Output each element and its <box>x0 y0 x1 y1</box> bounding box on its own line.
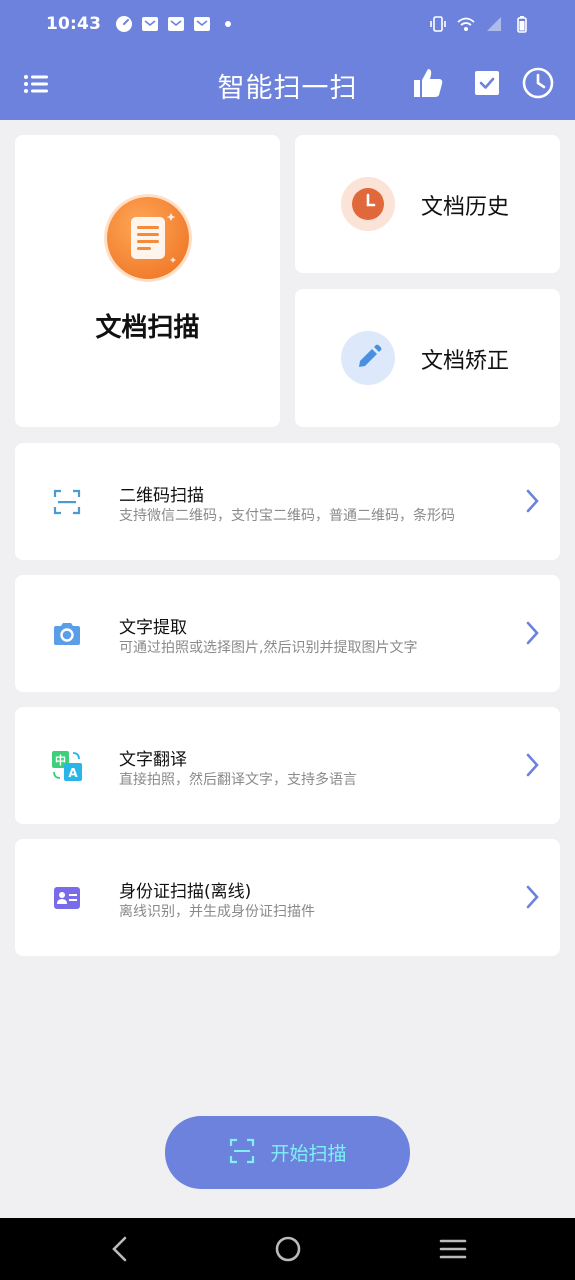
chevron-right-icon <box>524 751 542 779</box>
id-card-icon <box>51 882 83 914</box>
doc-scan-tile[interactable]: 文档扫描 <box>15 135 280 427</box>
qr-scan-icon <box>51 486 83 518</box>
checkbox-icon[interactable] <box>470 66 504 100</box>
status-system-icons <box>429 15 531 33</box>
svg-text:A: A <box>68 766 78 780</box>
scan-icon <box>228 1137 256 1169</box>
document-icon <box>103 193 193 283</box>
feature-subtitle: 直接拍照，然后翻译文字，支持多语言 <box>119 772 357 788</box>
speedometer-icon <box>115 15 133 33</box>
feature-item-translate[interactable]: 中 A 文字翻译 直接拍照，然后翻译文字，支持多语言 <box>15 707 560 824</box>
chevron-right-icon <box>524 487 542 515</box>
start-scan-button[interactable]: 开始扫描 <box>165 1116 410 1189</box>
translate-icon: 中 A <box>51 750 83 782</box>
chevron-right-icon <box>524 619 542 647</box>
vibrate-icon <box>429 15 447 33</box>
camera-icon <box>51 618 83 650</box>
thumbs-up-icon[interactable] <box>411 66 445 100</box>
feature-subtitle: 可通过拍照或选择图片,然后识别并提取图片文字 <box>119 640 418 656</box>
doc-history-label: 文档历史 <box>421 195 510 220</box>
status-notifications <box>115 15 237 33</box>
doc-history-tile[interactable]: 文档历史 <box>295 135 560 273</box>
mail-icon <box>167 15 185 33</box>
feature-title: 文字提取 <box>119 618 187 638</box>
feature-item-text-extract[interactable]: 文字提取 可通过拍照或选择图片,然后识别并提取图片文字 <box>15 575 560 692</box>
dot-icon <box>219 15 237 33</box>
back-icon[interactable] <box>104 1232 138 1266</box>
doc-correct-label: 文档矫正 <box>421 349 510 374</box>
feature-item-id-card[interactable]: 身份证扫描(离线) 离线识别，并生成身份证扫描件 <box>15 839 560 956</box>
clock-icon <box>341 177 395 231</box>
doc-scan-label: 文档扫描 <box>95 313 200 343</box>
top-bar: 10:43 智能扫一扫 <box>0 0 575 120</box>
feature-title: 二维码扫描 <box>119 486 204 506</box>
mail-icon <box>141 15 159 33</box>
status-bar: 10:43 <box>0 0 575 48</box>
feature-title: 文字翻译 <box>119 750 187 770</box>
chevron-right-icon <box>524 883 542 911</box>
pencil-icon <box>341 331 395 385</box>
recents-icon[interactable] <box>436 1232 470 1266</box>
battery-icon <box>513 15 531 33</box>
feature-item-qr-scan[interactable]: 二维码扫描 支持微信二维码，支付宝二维码，普通二维码，条形码 <box>15 443 560 560</box>
status-time: 10:43 <box>46 14 102 34</box>
clock-icon[interactable] <box>521 66 555 100</box>
start-scan-label: 开始扫描 <box>270 1143 347 1165</box>
feature-subtitle: 支持微信二维码，支付宝二维码，普通二维码，条形码 <box>119 508 455 524</box>
signal-icon <box>485 15 503 33</box>
mail-icon <box>193 15 211 33</box>
system-nav-bar <box>0 1218 575 1280</box>
wifi-icon <box>457 15 475 33</box>
doc-correct-tile[interactable]: 文档矫正 <box>295 289 560 427</box>
feature-subtitle: 离线识别，并生成身份证扫描件 <box>119 904 315 920</box>
feature-title: 身份证扫描(离线) <box>119 882 252 902</box>
home-icon[interactable] <box>271 1232 305 1266</box>
app-bar: 智能扫一扫 <box>0 48 575 120</box>
